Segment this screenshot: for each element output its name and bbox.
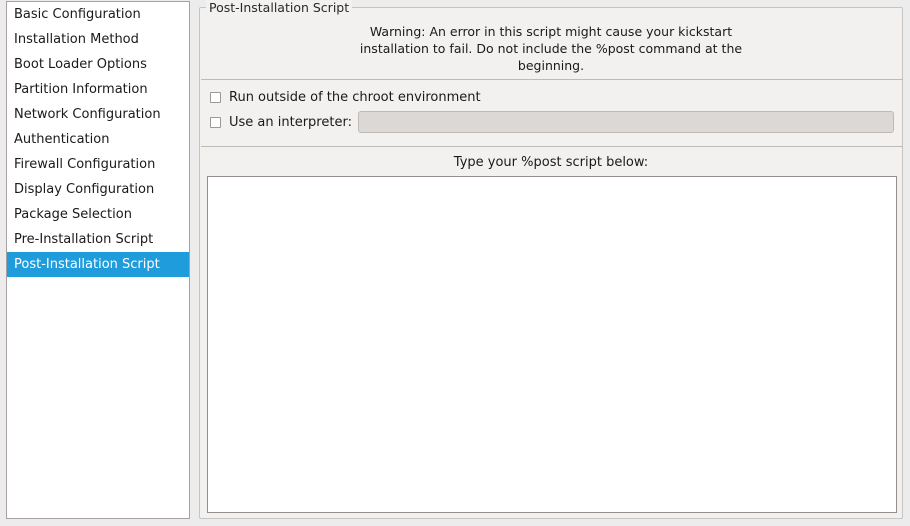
sidebar-item-label: Installation Method xyxy=(14,32,139,47)
run-outside-chroot-row[interactable]: Run outside of the chroot environment xyxy=(210,87,481,107)
sidebar-item-label: Boot Loader Options xyxy=(14,57,147,72)
sidebar-item-post-installation-script[interactable]: Post-Installation Script xyxy=(7,252,189,277)
section-list[interactable]: Basic Configuration Installation Method … xyxy=(6,1,190,519)
sidebar-item-boot-loader-options[interactable]: Boot Loader Options xyxy=(7,52,189,77)
post-script-textarea[interactable] xyxy=(207,176,897,513)
sidebar-item-label: Network Configuration xyxy=(14,107,161,122)
interpreter-input[interactable] xyxy=(358,111,894,133)
sidebar-item-partition-information[interactable]: Partition Information xyxy=(7,77,189,102)
sidebar-item-basic-configuration[interactable]: Basic Configuration xyxy=(7,2,189,27)
sidebar-item-label: Package Selection xyxy=(14,207,132,222)
sidebar-item-label: Basic Configuration xyxy=(14,7,141,22)
sidebar-item-label: Firewall Configuration xyxy=(14,157,156,172)
run-outside-chroot-checkbox[interactable] xyxy=(210,91,221,103)
run-outside-chroot-label: Run outside of the chroot environment xyxy=(229,89,481,105)
group-title: Post-Installation Script xyxy=(206,0,353,15)
sidebar-item-network-configuration[interactable]: Network Configuration xyxy=(7,102,189,127)
sidebar-item-label: Post-Installation Script xyxy=(14,257,160,272)
sidebar-item-installation-method[interactable]: Installation Method xyxy=(7,27,189,52)
sidebar-item-authentication[interactable]: Authentication xyxy=(7,127,189,152)
script-area-label: Type your %post script below: xyxy=(453,155,649,170)
use-interpreter-label: Use an interpreter: xyxy=(229,114,352,130)
sidebar-item-firewall-configuration[interactable]: Firewall Configuration xyxy=(7,152,189,177)
sidebar-item-label: Partition Information xyxy=(14,82,148,97)
sidebar-item-label: Authentication xyxy=(14,132,110,147)
divider-top xyxy=(201,79,903,80)
warning-message: Warning: An error in this script might c… xyxy=(359,24,743,73)
sidebar-item-package-selection[interactable]: Package Selection xyxy=(7,202,189,227)
sidebar-item-label: Display Configuration xyxy=(14,182,155,197)
warning-wrap: Warning: An error in this script might c… xyxy=(200,23,902,74)
sidebar-item-display-configuration[interactable]: Display Configuration xyxy=(7,177,189,202)
use-interpreter-checkbox[interactable] xyxy=(210,116,221,128)
use-interpreter-row[interactable]: Use an interpreter: xyxy=(210,112,352,132)
kickstart-configurator-window: Basic Configuration Installation Method … xyxy=(0,0,910,526)
sidebar-item-label: Pre-Installation Script xyxy=(14,232,154,247)
sidebar-item-pre-installation-script[interactable]: Pre-Installation Script xyxy=(7,227,189,252)
divider-bottom xyxy=(201,146,903,147)
post-installation-script-group: Post-Installation Script Warning: An err… xyxy=(199,0,903,519)
